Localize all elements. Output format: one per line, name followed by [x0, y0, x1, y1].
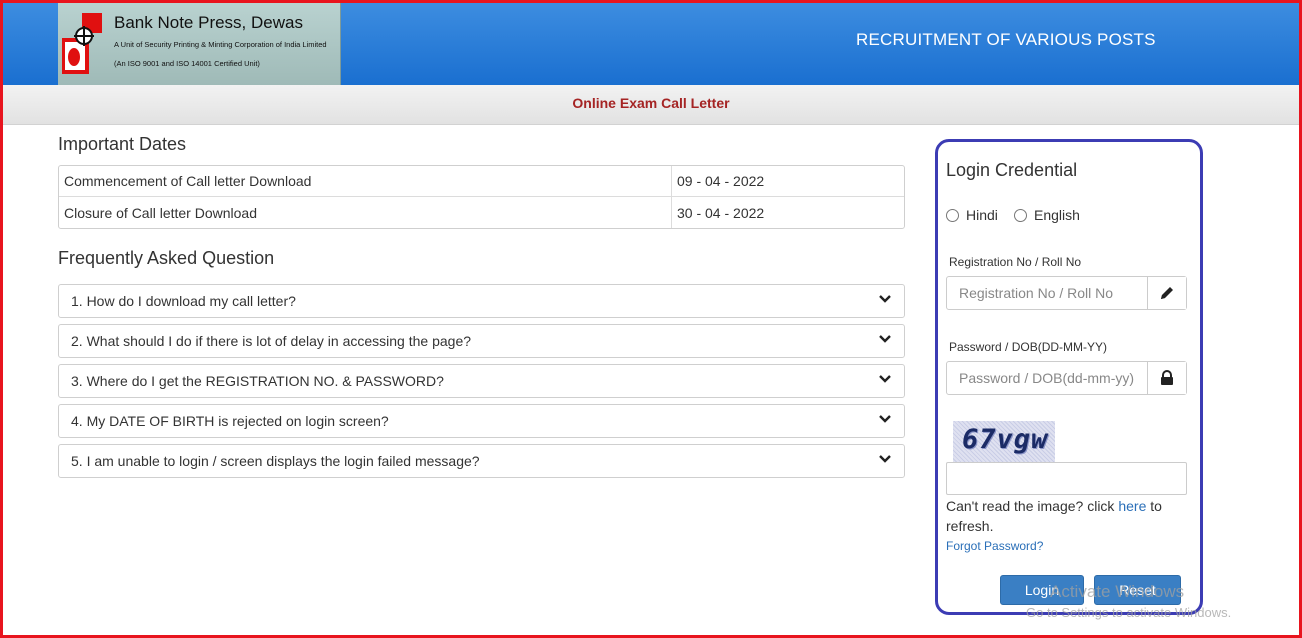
- site-header: Bank Note Press, Dewas A Unit of Securit…: [3, 3, 1299, 85]
- chevron-down-icon: [879, 335, 891, 343]
- windows-watermark-title: Activate Windows: [1050, 582, 1185, 601]
- faq-question: 1. How do I download my call letter?: [71, 293, 296, 309]
- org-name: Bank Note Press, Dewas: [114, 13, 303, 32]
- login-title: Login Credential: [946, 160, 1078, 180]
- org-subtitle: A Unit of Security Printing & Minting Co…: [114, 40, 327, 49]
- radio-button[interactable]: [946, 208, 959, 222]
- windows-watermark-subtitle: Go to Settings to activate Windows.: [1026, 605, 1232, 620]
- bnp-logo-icon: [62, 13, 102, 74]
- page-subtitle: Online Exam Call Letter: [572, 95, 730, 111]
- date-label: Closure of Call letter Download: [64, 204, 257, 221]
- lock-icon: [1147, 362, 1186, 394]
- org-certification: (An ISO 9001 and ISO 14001 Certified Uni…: [114, 59, 260, 68]
- faq-item-1[interactable]: 1. How do I download my call letter?: [58, 284, 905, 318]
- faq-item-2[interactable]: 2. What should I do if there is lot of d…: [58, 324, 905, 358]
- lang-radio-english[interactable]: English: [1014, 207, 1080, 223]
- password-input[interactable]: [947, 362, 1148, 394]
- faq-question: 4. My DATE OF BIRTH is rejected on login…: [71, 413, 389, 429]
- password-input-group: [946, 361, 1187, 395]
- captcha-image: 67vgw: [953, 421, 1055, 462]
- date-value: 09 - 04 - 2022: [671, 166, 904, 197]
- faq-item-4[interactable]: 4. My DATE OF BIRTH is rejected on login…: [58, 404, 905, 438]
- chevron-down-icon: [879, 295, 891, 303]
- faq-question: 2. What should I do if there is lot of d…: [71, 333, 472, 349]
- radio-label-english: English: [1034, 207, 1080, 223]
- important-dates-table: Commencement of Call letter Download 09 …: [58, 165, 905, 229]
- registration-input-group: [946, 276, 1187, 310]
- radio-label-hindi: Hindi: [966, 207, 998, 223]
- captcha-refresh-link[interactable]: here: [1118, 498, 1146, 514]
- captcha-input[interactable]: [946, 462, 1187, 495]
- captcha-refresh-text: Can't read the image? click here to refr…: [946, 496, 1191, 536]
- faq-question: 5. I am unable to login / screen display…: [71, 453, 480, 469]
- refresh-prefix: Can't read the image? click: [946, 498, 1119, 514]
- header-title: RECRUITMENT OF VARIOUS POSTS: [856, 30, 1156, 49]
- date-label: Commencement of Call letter Download: [59, 166, 671, 197]
- faq-item-5[interactable]: 5. I am unable to login / screen display…: [58, 444, 905, 478]
- table-row: Closure of Call letter Download 30 - 04 …: [59, 197, 904, 228]
- date-value: 30 - 04 - 2022: [671, 197, 904, 228]
- radio-button[interactable]: [1014, 208, 1027, 222]
- table-row: Commencement of Call letter Download 09 …: [59, 166, 904, 197]
- chevron-down-icon: [879, 455, 891, 463]
- faq-heading: Frequently Asked Question: [58, 248, 275, 268]
- forgot-password-link[interactable]: Forgot Password?: [946, 539, 1043, 553]
- sub-header-bar: Online Exam Call Letter: [3, 85, 1299, 125]
- registration-label: Registration No / Roll No: [949, 255, 1082, 269]
- pencil-icon: [1147, 277, 1186, 309]
- faq-item-3[interactable]: 3. Where do I get the REGISTRATION NO. &…: [58, 364, 905, 398]
- logo-banner: Bank Note Press, Dewas A Unit of Securit…: [58, 3, 341, 85]
- important-dates-heading: Important Dates: [58, 134, 187, 154]
- registration-input[interactable]: [947, 277, 1148, 309]
- captcha-text: 67vgw: [962, 424, 1049, 455]
- password-label: Password / DOB(DD-MM-YY): [949, 340, 1108, 354]
- chevron-down-icon: [879, 375, 891, 383]
- chevron-down-icon: [879, 415, 891, 423]
- lang-radio-hindi[interactable]: Hindi: [946, 207, 998, 223]
- faq-question: 3. Where do I get the REGISTRATION NO. &…: [71, 373, 444, 389]
